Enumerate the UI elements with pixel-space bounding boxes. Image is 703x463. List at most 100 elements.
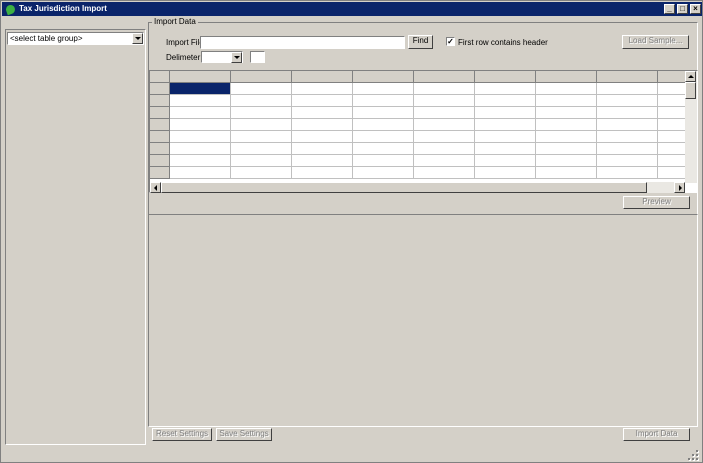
table-row[interactable] [170, 83, 697, 95]
grid-cell[interactable] [292, 155, 353, 167]
grid-cell[interactable] [536, 119, 597, 131]
grid-cell[interactable] [231, 155, 292, 167]
grid-cell[interactable] [353, 83, 414, 95]
grid-cell[interactable] [231, 107, 292, 119]
grid-cell[interactable] [475, 107, 536, 119]
grid-cell[interactable] [292, 167, 353, 179]
grid-row-header[interactable] [150, 119, 170, 131]
resize-grip-icon[interactable] [688, 450, 700, 460]
grid-cell[interactable] [353, 107, 414, 119]
grid-cell[interactable] [475, 155, 536, 167]
grid-cell[interactable] [170, 167, 231, 179]
maximize-button[interactable]: □ [677, 4, 688, 14]
grid-column-header[interactable] [475, 71, 536, 83]
grid-vertical-scrollbar[interactable] [685, 71, 697, 183]
grid-cell[interactable] [292, 107, 353, 119]
table-group-select[interactable]: <select table group> [7, 32, 144, 45]
grid-column-header[interactable] [292, 71, 353, 83]
grid-cell[interactable] [414, 107, 475, 119]
table-row[interactable] [170, 143, 697, 155]
grid-cell[interactable] [292, 143, 353, 155]
title-bar[interactable]: Tax Jurisdiction Import _ □ × [2, 2, 702, 16]
grid-cell[interactable] [414, 155, 475, 167]
grid-cell[interactable] [536, 83, 597, 95]
save-settings-button[interactable]: Save Settings [216, 428, 272, 441]
table-row[interactable] [170, 119, 697, 131]
grid-cell[interactable] [353, 167, 414, 179]
grid-cell[interactable] [475, 143, 536, 155]
grid-cell[interactable] [353, 143, 414, 155]
grid-cell[interactable] [414, 95, 475, 107]
grid-corner-cell[interactable] [150, 71, 170, 83]
grid-cell[interactable] [170, 155, 231, 167]
grid-row-header[interactable] [150, 107, 170, 119]
grid-horizontal-scrollbar[interactable] [150, 182, 685, 193]
grid-cell[interactable] [597, 119, 658, 131]
grid-cell[interactable] [292, 119, 353, 131]
grid-row-header[interactable] [150, 143, 170, 155]
grid-cell[interactable] [536, 95, 597, 107]
grid-cell[interactable] [597, 155, 658, 167]
grid-column-header[interactable] [536, 71, 597, 83]
table-row[interactable] [170, 155, 697, 167]
grid-cell[interactable] [536, 167, 597, 179]
grid-row-header[interactable] [150, 155, 170, 167]
grid-cell[interactable] [170, 119, 231, 131]
grid-row-header[interactable] [150, 131, 170, 143]
grid-cell[interactable] [170, 143, 231, 155]
grid-column-header[interactable] [353, 71, 414, 83]
grid-cell[interactable] [597, 167, 658, 179]
grid-cell[interactable] [475, 83, 536, 95]
grid-cell[interactable] [170, 95, 231, 107]
grid-cell[interactable] [353, 131, 414, 143]
grid-row-header[interactable] [150, 95, 170, 107]
chevron-down-icon[interactable] [231, 52, 242, 63]
vertical-scroll-thumb[interactable] [685, 82, 696, 99]
import-data-button[interactable]: Import Data [623, 428, 690, 441]
data-grid[interactable] [149, 70, 698, 193]
grid-cell[interactable] [597, 83, 658, 95]
table-row[interactable] [170, 95, 697, 107]
grid-cell[interactable] [414, 143, 475, 155]
grid-cell[interactable] [536, 107, 597, 119]
grid-column-header[interactable] [170, 71, 231, 83]
grid-cell[interactable] [414, 167, 475, 179]
grid-cell[interactable] [536, 131, 597, 143]
grid-cell[interactable] [475, 95, 536, 107]
horizontal-scroll-thumb[interactable] [161, 182, 647, 193]
grid-column-header[interactable] [414, 71, 475, 83]
chevron-down-icon[interactable] [132, 33, 143, 44]
grid-cell[interactable] [292, 95, 353, 107]
table-row[interactable] [170, 131, 697, 143]
grid-cell[interactable] [597, 107, 658, 119]
grid-column-header[interactable] [597, 71, 658, 83]
grid-cell[interactable] [231, 95, 292, 107]
grid-cell[interactable] [475, 167, 536, 179]
grid-row-header[interactable] [150, 167, 170, 179]
grid-cell[interactable] [170, 107, 231, 119]
reset-settings-button[interactable]: Reset Settings [152, 428, 212, 441]
grid-cell[interactable] [231, 143, 292, 155]
scroll-up-button[interactable] [685, 71, 696, 82]
grid-cell[interactable] [475, 131, 536, 143]
grid-cell[interactable] [597, 143, 658, 155]
grid-cell[interactable] [475, 119, 536, 131]
table-row[interactable] [170, 167, 697, 179]
table-row[interactable] [170, 107, 697, 119]
grid-cell[interactable] [414, 83, 475, 95]
grid-cell[interactable] [597, 131, 658, 143]
delimiter-select[interactable] [201, 51, 243, 63]
grid-cell[interactable] [231, 131, 292, 143]
delimiter-other-input[interactable] [250, 51, 265, 63]
scroll-right-button[interactable] [674, 182, 685, 193]
grid-cell[interactable] [170, 83, 231, 95]
grid-cell[interactable] [353, 119, 414, 131]
grid-cell[interactable] [414, 131, 475, 143]
grid-cell[interactable] [536, 155, 597, 167]
grid-cell[interactable] [597, 95, 658, 107]
first-row-header-checkbox[interactable]: ✓ [446, 37, 455, 46]
load-sample-button[interactable]: Load Sample... [622, 35, 689, 49]
grid-cell[interactable] [231, 83, 292, 95]
grid-cell[interactable] [292, 131, 353, 143]
grid-body[interactable] [170, 83, 697, 179]
